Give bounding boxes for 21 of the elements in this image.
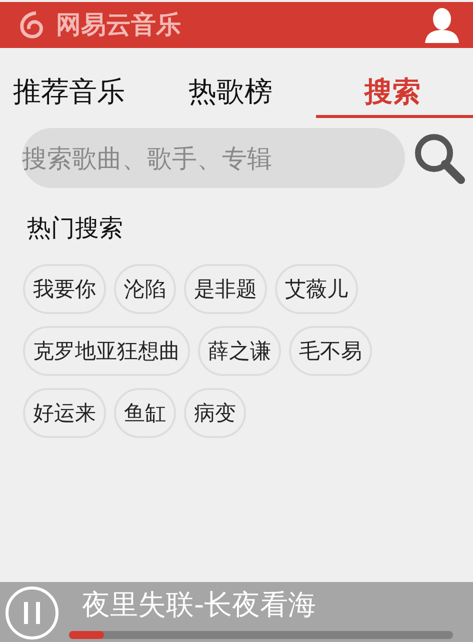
tab[interactable]: 搜索	[316, 68, 473, 118]
tag-chip[interactable]: 我要你	[23, 264, 106, 314]
tab[interactable]: 热歌榜	[170, 68, 316, 118]
pause-button[interactable]	[4, 585, 60, 641]
section-title: 热门搜索	[27, 213, 124, 244]
tag-chip[interactable]: 好运来	[23, 388, 106, 438]
tab[interactable]: 推荐音乐	[0, 68, 170, 118]
tag-chip[interactable]: 毛不易	[289, 326, 372, 376]
user-avatar-icon[interactable]	[425, 7, 459, 43]
tag-chip[interactable]: 沦陷	[114, 264, 176, 314]
tag-chip[interactable]: 病变	[184, 388, 246, 438]
progress-track[interactable]	[69, 631, 453, 639]
tag-chip[interactable]: 薛之谦	[198, 326, 281, 376]
search-icon[interactable]	[413, 132, 465, 184]
tag-chip[interactable]: 是非题	[184, 264, 267, 314]
tag-chip[interactable]: 鱼缸	[114, 388, 176, 438]
tag-chip[interactable]: 克罗地亚狂想曲	[23, 326, 190, 376]
search-field[interactable]: 搜索歌曲、歌手、专辑	[22, 128, 405, 188]
tag-chip[interactable]: 艾薇儿	[275, 264, 358, 314]
logo-text: 网易云音乐	[56, 9, 181, 42]
song-title: 夜里失联-长夜看海	[82, 588, 316, 622]
